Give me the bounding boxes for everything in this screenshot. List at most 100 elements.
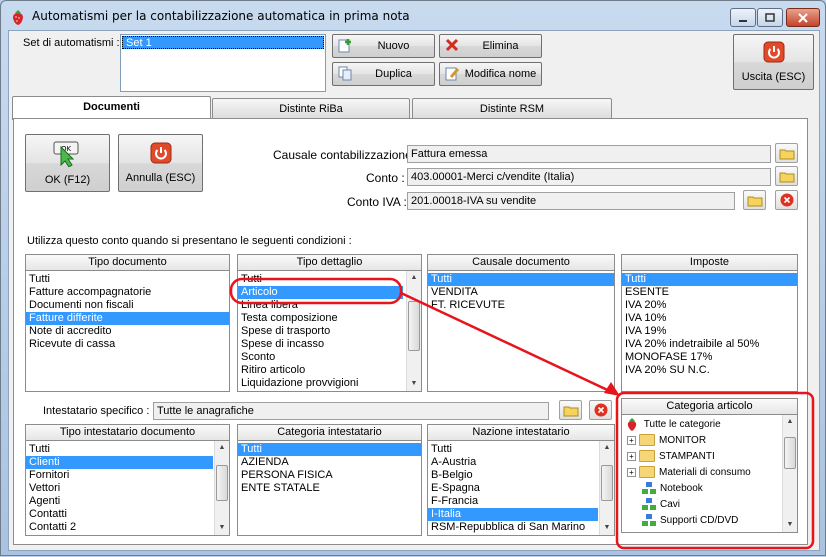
list-item[interactable]: Note di accredito <box>26 325 229 338</box>
scroll-up-arrow-icon[interactable]: ▲ <box>407 271 421 285</box>
tipo-dettaglio-list[interactable]: Tutti Articolo Linea libera Testa compos… <box>237 270 422 392</box>
list-item[interactable]: Fatture accompagnatorie <box>26 286 229 299</box>
list-item[interactable]: Tutti <box>622 273 797 286</box>
list-item[interactable]: Tutti <box>238 443 421 456</box>
list-item[interactable]: Tutti <box>26 273 229 286</box>
list-item[interactable]: Articolo <box>238 286 403 299</box>
list-item[interactable]: Agenti <box>26 495 229 508</box>
list-item[interactable]: Ritiro articolo <box>238 364 421 377</box>
list-item[interactable]: RSM-Repubblica di San Marino <box>428 521 614 534</box>
scroll-up-arrow-icon[interactable]: ▲ <box>600 441 614 455</box>
list-item[interactable]: IVA 10% <box>622 312 797 325</box>
ok-button[interactable]: OK OK (F12) <box>25 134 110 192</box>
causale-browse-button[interactable] <box>775 143 798 163</box>
tab-distinte-rsm[interactable]: Distinte RSM <box>412 98 612 119</box>
tree-folder-materiali[interactable]: + Materiali di consumo <box>627 465 751 481</box>
scroll-up-arrow-icon[interactable]: ▲ <box>783 415 797 429</box>
list-item[interactable]: Contatti 2 <box>26 521 229 534</box>
maximize-button[interactable] <box>757 8 783 27</box>
expand-plus-icon[interactable]: + <box>627 467 636 477</box>
list-item[interactable]: Tutti <box>238 273 421 286</box>
new-button[interactable]: Nuovo <box>332 34 435 58</box>
tree-root[interactable]: Tutte le categorie <box>625 417 721 433</box>
list-item[interactable]: Sconto <box>238 351 421 364</box>
list-item[interactable]: ESENTE <box>622 286 797 299</box>
conto-browse-button[interactable] <box>775 166 798 186</box>
tree-leaf-cavi[interactable]: Cavi <box>642 497 680 513</box>
categoria-articolo-scrollbar[interactable]: ▲ ▼ <box>782 415 797 532</box>
conto-iva-clear-button[interactable] <box>775 190 798 210</box>
list-item[interactable]: E-Spagna <box>428 482 614 495</box>
cancel-button[interactable]: Annulla (ESC) <box>118 134 203 192</box>
scroll-down-arrow-icon[interactable]: ▼ <box>215 521 229 535</box>
tree-folder-monitor[interactable]: + MONITOR <box>627 433 706 449</box>
conto-iva-field[interactable]: 201.00018-IVA su vendite <box>407 192 735 210</box>
intestatario-field[interactable]: Tutte le anagrafiche <box>153 402 549 420</box>
tab-documenti[interactable]: Documenti <box>12 96 211 120</box>
set-item[interactable]: Set 1 <box>122 36 324 49</box>
scroll-thumb[interactable] <box>408 301 420 351</box>
list-item[interactable]: Ricevute di cassa <box>26 338 229 351</box>
causale-documento-list[interactable]: Tutti VENDITA FT. RICEVUTE <box>427 270 615 392</box>
scroll-thumb[interactable] <box>784 437 796 469</box>
scroll-thumb[interactable] <box>601 465 613 501</box>
list-item[interactable]: IVA 20% SU N.C. <box>622 364 797 377</box>
list-item[interactable]: VENDITA <box>428 286 614 299</box>
categoria-intestatario-list[interactable]: Tutti AZIENDA PERSONA FISICA ENTE STATAL… <box>237 440 422 536</box>
conto-iva-browse-button[interactable] <box>743 190 766 210</box>
list-item[interactable]: Tutti <box>428 273 614 286</box>
tree-leaf-supporti[interactable]: Supporti CD/DVD <box>642 513 738 529</box>
tree-leaf-notebook[interactable]: Notebook <box>642 481 703 497</box>
list-item[interactable]: Contatti <box>26 508 229 521</box>
tab-distinte-riba[interactable]: Distinte RiBa <box>212 98 410 119</box>
list-item[interactable]: Spese di incasso <box>238 338 421 351</box>
list-item[interactable]: Vettori <box>26 482 229 495</box>
list-item[interactable]: ENTE STATALE <box>238 482 421 495</box>
list-item[interactable]: Fornitori <box>26 469 229 482</box>
duplicate-button[interactable]: Duplica <box>332 62 435 86</box>
tipo-intestatario-list[interactable]: Tutti Clienti Fornitori Vettori Agenti C… <box>25 440 230 536</box>
scroll-up-arrow-icon[interactable]: ▲ <box>215 441 229 455</box>
list-item[interactable]: Spese di trasporto <box>238 325 421 338</box>
list-item[interactable]: FT. RICEVUTE <box>428 299 614 312</box>
list-item[interactable]: Liquidazione provvigioni <box>238 377 421 390</box>
delete-button[interactable]: Elimina <box>439 34 542 58</box>
expand-plus-icon[interactable]: + <box>627 451 636 461</box>
nazione-intestatario-list[interactable]: Tutti A-Austria B-Belgio E-Spagna F-Fran… <box>427 440 615 536</box>
list-item[interactable]: B-Belgio <box>428 469 614 482</box>
close-button[interactable] <box>786 8 820 27</box>
imposte-list[interactable]: Tutti ESENTE IVA 20% IVA 10% IVA 19% IVA… <box>621 270 798 392</box>
intestatario-clear-button[interactable] <box>589 400 612 420</box>
list-item[interactable]: A-Austria <box>428 456 614 469</box>
causale-field[interactable]: Fattura emessa <box>407 145 771 163</box>
nazione-intestatario-scrollbar[interactable]: ▲ ▼ <box>599 441 614 535</box>
rename-button[interactable]: Modifica nome <box>439 62 542 86</box>
categoria-articolo-tree[interactable]: Tutte le categorie + MONITOR + STAMPANTI +… <box>621 414 798 533</box>
list-item[interactable]: Documenti non fiscali <box>26 299 229 312</box>
scroll-down-arrow-icon[interactable]: ▼ <box>783 518 797 532</box>
list-item[interactable]: Fatture differite <box>26 312 229 325</box>
conto-field[interactable]: 403.00001-Merci c/vendite (Italia) <box>407 168 771 186</box>
minimize-button[interactable] <box>730 8 756 27</box>
list-item[interactable]: MONOFASE 17% <box>622 351 797 364</box>
list-item[interactable]: PERSONA FISICA <box>238 469 421 482</box>
list-item[interactable]: AZIENDA <box>238 456 421 469</box>
set-listbox[interactable]: Set 1 <box>120 34 326 92</box>
list-item[interactable]: IVA 20% indetraibile al 50% <box>622 338 797 351</box>
exit-button[interactable]: Uscita (ESC) <box>733 34 814 90</box>
tipo-dettaglio-scrollbar[interactable]: ▲ ▼ <box>406 271 421 391</box>
intestatario-browse-button[interactable] <box>559 400 582 420</box>
list-item[interactable]: F-Francia <box>428 495 614 508</box>
list-item[interactable]: Tutti <box>428 443 614 456</box>
list-item[interactable]: IVA 20% <box>622 299 797 312</box>
list-item[interactable]: Tutti <box>26 443 229 456</box>
tree-folder-stampanti[interactable]: + STAMPANTI <box>627 449 715 465</box>
expand-plus-icon[interactable]: + <box>627 435 636 445</box>
list-item[interactable]: Clienti <box>26 456 213 469</box>
list-item[interactable]: IVA 19% <box>622 325 797 338</box>
scroll-thumb[interactable] <box>216 465 228 501</box>
list-item[interactable]: Linea libera <box>238 299 421 312</box>
scroll-down-arrow-icon[interactable]: ▼ <box>407 377 421 391</box>
tipo-intestatario-scrollbar[interactable]: ▲ ▼ <box>214 441 229 535</box>
list-item[interactable]: I-Italia <box>428 508 598 521</box>
